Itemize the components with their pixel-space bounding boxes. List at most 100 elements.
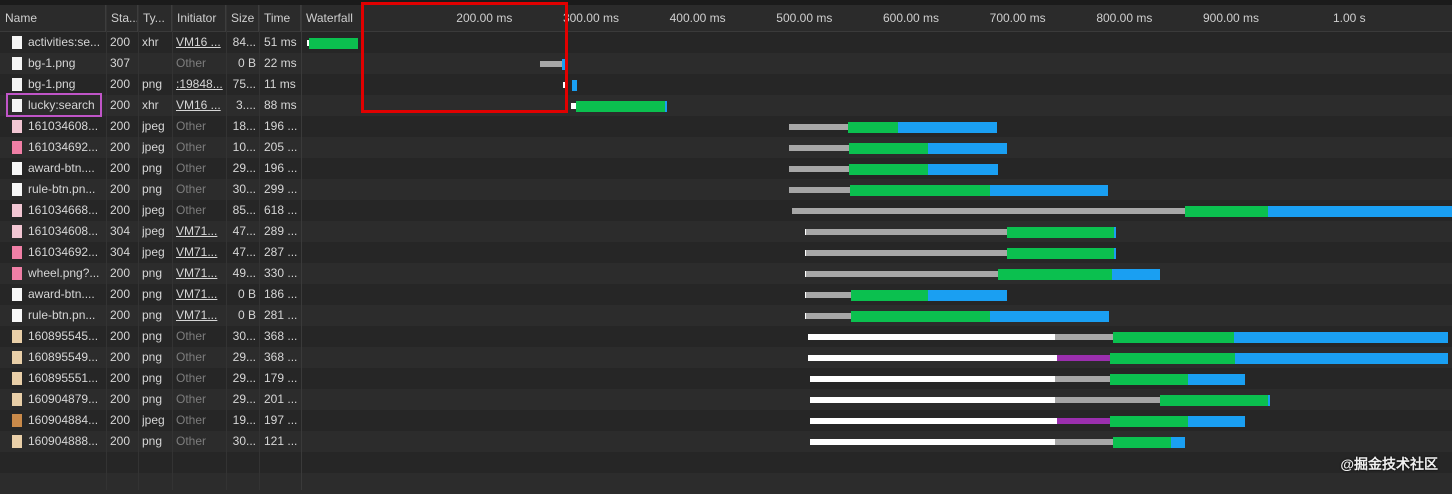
- request-name[interactable]: 160904879...: [28, 389, 104, 410]
- request-row[interactable]: bg-1.png 200 png :19848... 75... 11 ms: [0, 74, 1452, 95]
- request-row[interactable]: 161034608... 304 jpeg VM71... 47... 289 …: [0, 221, 1452, 242]
- request-row[interactable]: rule-btn.pn... 200 png Other 30... 299 .…: [0, 179, 1452, 200]
- request-row[interactable]: 160904879... 200 png Other 29... 201 ...: [0, 389, 1452, 410]
- request-size: 47...: [232, 245, 256, 259]
- request-row[interactable]: rule-btn.pn... 200 png VM71... 0 B 281 .…: [0, 305, 1452, 326]
- waterfall-bar-stalled: [791, 208, 1186, 214]
- request-name[interactable]: wheel.png?...: [28, 263, 104, 284]
- request-status: 200: [110, 203, 131, 217]
- request-time: 205 ...: [264, 140, 298, 154]
- request-size: 29...: [232, 350, 256, 364]
- request-row[interactable]: award-btn.... 200 png VM71... 0 B 186 ..…: [0, 284, 1452, 305]
- timeline-tick-label: 400.00 ms: [669, 11, 726, 25]
- request-row[interactable]: 160895549... 200 png Other 29... 368 ...: [0, 347, 1452, 368]
- waterfall-bar-waiting-ttfb: [1110, 353, 1236, 364]
- column-header-initiator[interactable]: Initiator: [172, 5, 226, 32]
- request-name[interactable]: award-btn....: [28, 284, 104, 305]
- request-name[interactable]: bg-1.png: [28, 53, 104, 74]
- request-row[interactable]: wheel.png?... 200 png VM71... 49... 330 …: [0, 263, 1452, 284]
- waterfall-bar-queueing: [809, 376, 1055, 382]
- request-initiator[interactable]: VM16 ...: [176, 95, 226, 116]
- request-row[interactable]: 160895551... 200 png Other 29... 179 ...: [0, 368, 1452, 389]
- file-image-pink-icon: [12, 204, 22, 217]
- request-initiator[interactable]: VM16 ...: [176, 32, 226, 53]
- request-status: 200: [110, 350, 131, 364]
- request-time: 618 ...: [264, 203, 298, 217]
- request-size: 30...: [232, 434, 256, 448]
- request-time: 197 ...: [264, 413, 298, 427]
- waterfall-bar-stalled: [806, 292, 852, 298]
- waterfall-bar-waiting-ttfb: [1007, 248, 1114, 259]
- request-name[interactable]: bg-1.png: [28, 74, 104, 95]
- timeline-tick-label: 800.00 ms: [1096, 11, 1153, 25]
- file-image-tan-icon: [12, 435, 22, 448]
- request-row[interactable]: lucky:search 200 xhr VM16 ... 3.... 88 m…: [0, 95, 1452, 116]
- pink-highlight-box: [6, 93, 102, 117]
- request-name[interactable]: 160904888...: [28, 431, 104, 452]
- request-name[interactable]: rule-btn.pn...: [28, 305, 104, 326]
- request-initiator[interactable]: :19848...: [176, 74, 226, 95]
- request-name[interactable]: 161034608...: [28, 116, 104, 137]
- request-initiator[interactable]: VM71...: [176, 284, 226, 305]
- request-name[interactable]: 160895551...: [28, 368, 104, 389]
- request-row[interactable]: 160895545... 200 png Other 30... 368 ...: [0, 326, 1452, 347]
- file-image-pink-icon: [12, 225, 22, 238]
- request-name[interactable]: 160895545...: [28, 326, 104, 347]
- waterfall-bar-content-download: [1113, 248, 1116, 259]
- request-initiator[interactable]: VM71...: [176, 263, 226, 284]
- request-row[interactable]: 160904884... 200 jpeg Other 19... 197 ..…: [0, 410, 1452, 431]
- request-type: xhr: [142, 35, 159, 49]
- request-initiator[interactable]: VM71...: [176, 305, 226, 326]
- request-name[interactable]: 161034692...: [28, 137, 104, 158]
- request-row[interactable]: activities:se... 200 xhr VM16 ... 84... …: [0, 32, 1452, 53]
- request-initiator[interactable]: VM71...: [176, 242, 226, 263]
- column-header-status[interactable]: Sta...: [106, 5, 138, 32]
- request-name[interactable]: 161034692...: [28, 242, 104, 263]
- request-row[interactable]: 161034668... 200 jpeg Other 85... 618 ..…: [0, 200, 1452, 221]
- file-image-tan-icon: [12, 393, 22, 406]
- request-type: png: [142, 392, 163, 406]
- column-header-size[interactable]: Size: [226, 5, 259, 32]
- request-name[interactable]: 161034668...: [28, 200, 104, 221]
- column-header-time[interactable]: Time: [259, 5, 301, 32]
- request-initiator[interactable]: VM71...: [176, 221, 226, 242]
- request-name[interactable]: rule-btn.pn...: [28, 179, 104, 200]
- request-name[interactable]: activities:se...: [28, 32, 104, 53]
- file-image-white-icon: [12, 183, 22, 196]
- waterfall-bar-waiting-ttfb: [1110, 416, 1189, 427]
- request-type: xhr: [142, 98, 159, 112]
- request-name[interactable]: 160904884...: [28, 410, 104, 431]
- request-name[interactable]: 160895549...: [28, 347, 104, 368]
- request-type: png: [142, 434, 163, 448]
- waterfall-bar-waiting-ttfb: [1112, 332, 1235, 343]
- request-initiator: Other: [176, 392, 207, 406]
- request-type: jpeg: [142, 245, 165, 259]
- request-size: 30...: [232, 329, 256, 343]
- column-header-type[interactable]: Ty...: [138, 5, 172, 32]
- column-header-name[interactable]: Name: [0, 5, 106, 32]
- request-time: 281 ...: [264, 308, 298, 322]
- request-initiator: Other: [176, 161, 207, 175]
- request-type: png: [142, 77, 163, 91]
- timeline-tick-label: 700.00 ms: [989, 11, 1046, 25]
- request-type: png: [142, 161, 163, 175]
- request-row[interactable]: 161034608... 200 jpeg Other 18... 196 ..…: [0, 116, 1452, 137]
- request-row[interactable]: 161034692... 200 jpeg Other 10... 205 ..…: [0, 137, 1452, 158]
- timeline-tick-label: 1.00 s: [1332, 11, 1366, 25]
- request-name[interactable]: 161034608...: [28, 221, 104, 242]
- request-time: 179 ...: [264, 371, 298, 385]
- empty-row: [0, 452, 1452, 473]
- request-name[interactable]: award-btn....: [28, 158, 104, 179]
- request-size: 29...: [232, 371, 256, 385]
- request-status: 200: [110, 266, 131, 280]
- waterfall-bar-waiting-ttfb: [1007, 227, 1114, 238]
- request-row[interactable]: award-btn.... 200 png Other 29... 196 ..…: [0, 158, 1452, 179]
- request-time: 196 ...: [264, 161, 298, 175]
- request-row[interactable]: 161034692... 304 jpeg VM71... 47... 287 …: [0, 242, 1452, 263]
- request-initiator: Other: [176, 119, 207, 133]
- request-size: 30...: [232, 182, 256, 196]
- waterfall-bar-queueing: [809, 418, 1058, 424]
- request-row[interactable]: 160904888... 200 png Other 30... 121 ...: [0, 431, 1452, 452]
- request-row[interactable]: bg-1.png 307 Other 0 B 22 ms: [0, 53, 1452, 74]
- request-type: png: [142, 329, 163, 343]
